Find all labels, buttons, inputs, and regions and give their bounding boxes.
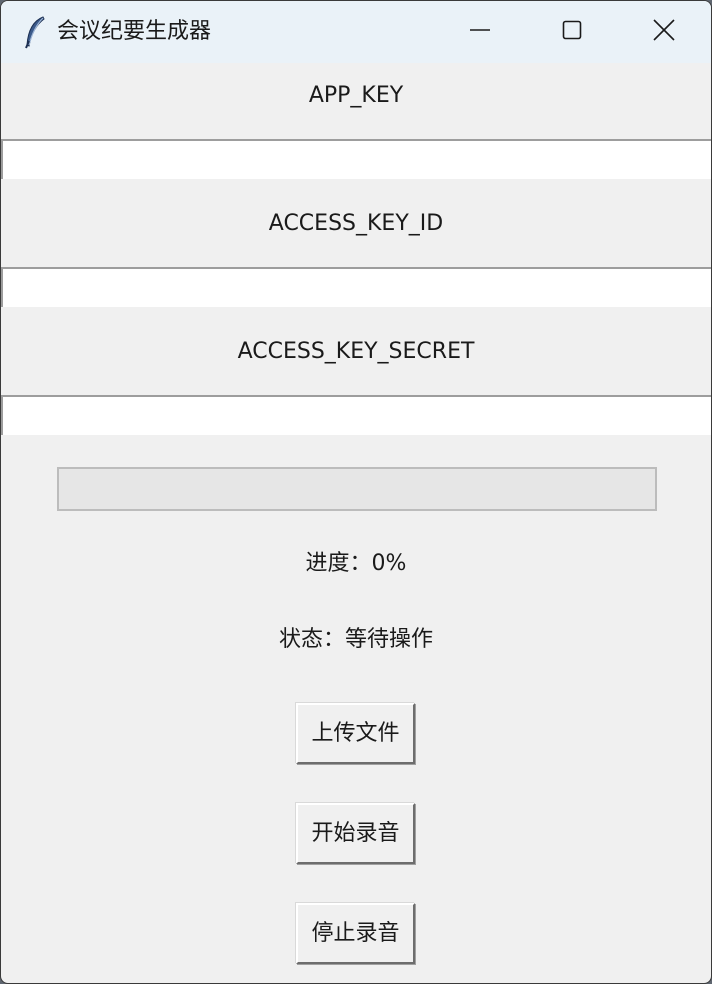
minimize-icon (470, 20, 490, 44)
window-title: 会议纪要生成器 (57, 19, 212, 44)
progress-text: 进度：0% (305, 551, 407, 576)
progress-bar (57, 467, 657, 511)
upload-file-button[interactable]: 上传文件 (296, 703, 415, 764)
maximize-icon (562, 20, 582, 44)
stop-recording-button[interactable]: 停止录音 (296, 903, 415, 964)
app-key-input[interactable] (1, 139, 711, 179)
access-key-id-input[interactable] (1, 267, 711, 307)
status-text: 状态：等待操作 (278, 627, 433, 652)
maximize-button[interactable] (526, 1, 618, 63)
app-window: 会议纪要生成器 APP_KEY ACCESS_KEY_ID ACCESS_KEY… (0, 0, 712, 984)
close-icon (653, 19, 675, 45)
minimize-button[interactable] (434, 1, 526, 63)
access-key-id-label: ACCESS_KEY_ID (268, 211, 444, 236)
access-key-secret-input[interactable] (1, 395, 711, 435)
title-bar[interactable]: 会议纪要生成器 (1, 1, 711, 63)
feather-icon (23, 15, 47, 49)
close-button[interactable] (618, 1, 710, 63)
start-recording-button[interactable]: 开始录音 (296, 803, 415, 864)
access-key-secret-label: ACCESS_KEY_SECRET (237, 339, 475, 364)
app-key-label: APP_KEY (308, 83, 404, 108)
